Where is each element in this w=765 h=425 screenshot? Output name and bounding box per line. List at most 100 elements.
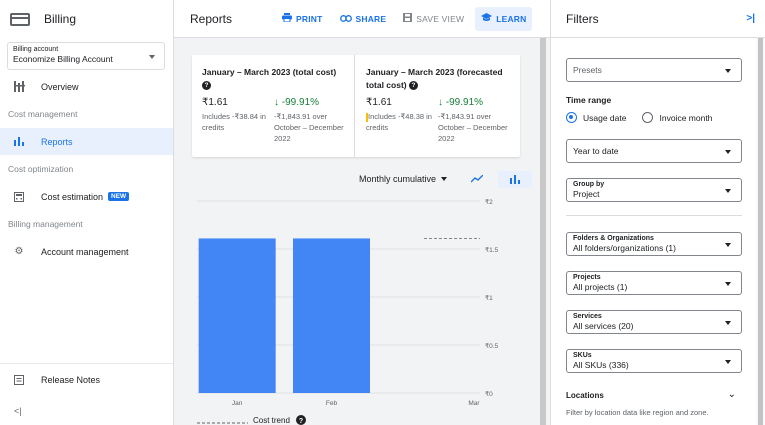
cost-chart: ₹0 ₹0.5 ₹1 ₹1.5 ₹2 Jan Feb Mar Cost trend?: [197, 198, 499, 425]
help-icon[interactable]: ?: [409, 81, 418, 91]
group-by-value: Project: [573, 189, 600, 199]
bar-chart-icon: [510, 174, 521, 184]
save-icon: [403, 13, 413, 24]
x-tick-label: Jan: [232, 400, 243, 407]
radio-usage-date[interactable]: [566, 112, 577, 123]
dropdown-arrow-icon: [725, 243, 731, 247]
dropdown-arrow-icon: [725, 321, 731, 325]
section-label-cost-optimization: Cost optimization: [8, 164, 74, 174]
arrow-down-icon: ↓: [274, 97, 279, 108]
presets-select[interactable]: Presets: [566, 58, 742, 82]
arrow-down-icon: ↓: [438, 97, 443, 108]
projects-value: All projects (1): [573, 282, 628, 292]
forecast-cost-amount: ₹1.61: [366, 97, 392, 108]
sidebar-title: Billing: [44, 12, 77, 26]
filters-title: Filters: [566, 11, 599, 26]
line-chart-toggle[interactable]: [464, 171, 490, 188]
learn-label: LEARN: [496, 13, 527, 24]
help-icon[interactable]: ?: [202, 81, 211, 91]
date-range-value: Year to date: [573, 146, 619, 156]
x-tick-label: Mar: [468, 400, 480, 407]
line-chart-icon: [471, 175, 484, 183]
locations-description: Filter by location data like region and …: [566, 408, 709, 417]
total-compare-note: -₹1,843.91 over October – December 2022: [274, 112, 344, 143]
projects-label: Projects: [573, 274, 601, 281]
printer-icon: [282, 13, 292, 24]
cost-summary-card: January – March 2023 (total cost) ? ₹1.6…: [192, 55, 520, 157]
projects-select[interactable]: Projects All projects (1): [566, 271, 742, 295]
radio-label-usage-date: Usage date: [583, 112, 627, 123]
sidebar: Billing Billing account Economize Billin…: [0, 0, 174, 425]
legend-label: Cost trend: [253, 416, 290, 425]
overview-icon: [13, 81, 25, 93]
learn-button[interactable]: LEARN: [475, 6, 533, 31]
bar-feb: [293, 238, 370, 393]
skus-select[interactable]: SKUs All SKUs (336): [566, 349, 742, 373]
chevron-down-icon: [149, 55, 155, 59]
period-select[interactable]: Monthly cumulative: [359, 174, 448, 184]
chevron-down-icon: ⌄: [727, 389, 736, 400]
billing-account-label: Billing account: [13, 46, 59, 53]
billing-account-value: Economize Billing Account: [13, 54, 113, 64]
toolbar: Reports PRINT SHARE SAVE VIEW LEARN: [174, 0, 550, 38]
sidebar-item-release-notes[interactable]: Release Notes: [0, 366, 173, 393]
services-label: Services: [573, 313, 602, 320]
bar-chart-toggle[interactable]: [498, 170, 533, 188]
total-cost-amount: ₹1.61: [202, 97, 228, 108]
filters-header: Filters >|: [551, 0, 765, 38]
date-range-select[interactable]: Year to date: [566, 139, 742, 163]
y-tick-label: ₹0.5: [485, 342, 499, 350]
page-title: Reports: [190, 11, 233, 26]
collapse-sidebar-icon[interactable]: <|: [14, 406, 22, 416]
y-tick-label: ₹1.5: [485, 246, 499, 254]
print-button[interactable]: PRINT: [276, 7, 329, 31]
bar-jan: [198, 238, 276, 393]
print-label: PRINT: [296, 13, 323, 24]
radio-label-invoice-month: Invoice month: [659, 112, 713, 123]
main-scrollbar[interactable]: [540, 38, 546, 425]
locations-label: Locations: [566, 391, 604, 400]
sidebar-item-cost-estimation[interactable]: Cost estimation NEW: [0, 183, 173, 210]
folders-label: Folders & Organizations: [573, 235, 654, 242]
scrollbar-thumb[interactable]: [540, 38, 546, 425]
dropdown-arrow-icon: [725, 150, 731, 154]
sidebar-divider: [0, 363, 173, 364]
total-cost-column: January – March 2023 (total cost) ? ₹1.6…: [192, 55, 355, 157]
total-credits-note: Includes -₹38.84 in credits: [202, 112, 266, 132]
total-cost-delta: ↓ -99.91%: [274, 97, 320, 108]
radio-invoice-month[interactable]: [642, 112, 654, 123]
filters-divider: [566, 215, 742, 216]
scrollbar-thumb[interactable]: [758, 38, 763, 425]
services-select[interactable]: Services All services (20): [566, 310, 742, 334]
folders-select[interactable]: Folders & Organizations All folders/orga…: [566, 232, 742, 256]
y-tick-label: ₹2: [485, 198, 493, 206]
main-content: Reports PRINT SHARE SAVE VIEW LEARN Janu…: [174, 0, 550, 425]
billing-account-select[interactable]: Billing account Economize Billing Accoun…: [7, 42, 165, 70]
sidebar-item-label: Release Notes: [41, 374, 101, 385]
collapse-panel-icon[interactable]: >|: [746, 13, 755, 24]
sidebar-item-reports[interactable]: Reports: [0, 128, 173, 155]
group-by-select[interactable]: Group by Project: [566, 178, 742, 202]
filters-scrollbar[interactable]: [756, 38, 765, 425]
dropdown-arrow-icon: [441, 177, 448, 181]
chart-controls: Monthly cumulative: [359, 170, 533, 188]
save-view-button[interactable]: SAVE VIEW: [397, 7, 470, 31]
share-label: SHARE: [355, 13, 387, 24]
forecast-credits-note: Includes -₹48.38 in credits: [366, 112, 432, 132]
sidebar-item-label: Reports: [41, 136, 73, 147]
sidebar-item-account-management[interactable]: ⚙ Account management: [0, 238, 173, 265]
group-by-label: Group by: [573, 181, 605, 188]
y-tick-label: ₹1: [485, 294, 493, 302]
bar-chart-icon: [13, 136, 25, 148]
calculator-icon: [13, 191, 25, 203]
dropdown-arrow-icon: [725, 282, 731, 286]
y-tick-label: ₹0: [485, 390, 493, 398]
share-button[interactable]: SHARE: [334, 7, 393, 31]
sidebar-item-label: Overview: [41, 81, 79, 92]
notes-icon: [13, 374, 25, 386]
sidebar-item-overview[interactable]: Overview: [0, 73, 173, 100]
locations-expander[interactable]: Locations ⌄: [566, 389, 742, 400]
sidebar-item-label: Account management: [41, 246, 129, 257]
skus-label: SKUs: [573, 352, 592, 359]
credit-card-icon: [10, 12, 30, 26]
